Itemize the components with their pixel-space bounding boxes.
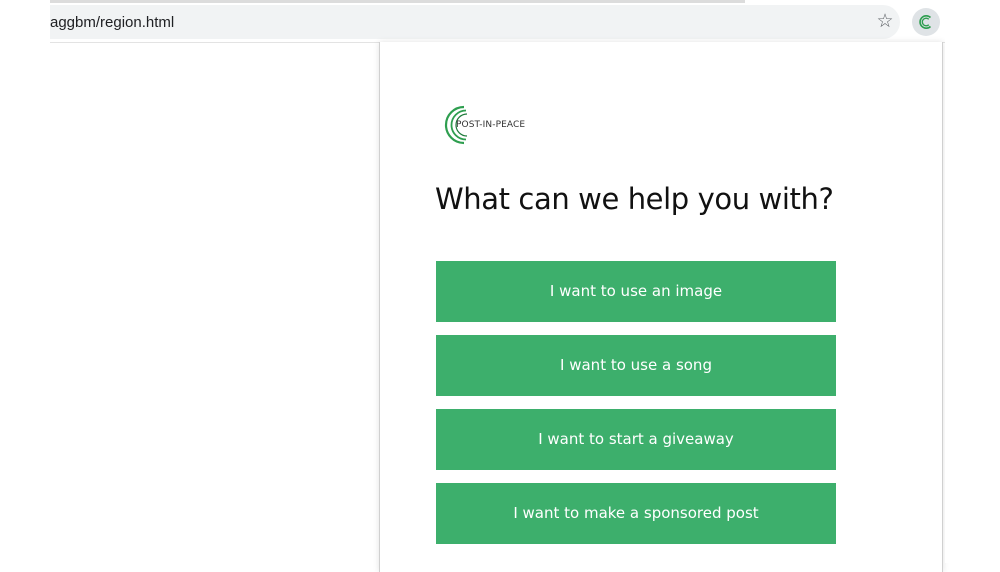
page-title: What can we help you with?	[435, 182, 834, 216]
logo-wordmark: POST-IN-PEACE	[456, 120, 526, 130]
post-in-peace-extension-icon	[919, 15, 932, 29]
use-image-button[interactable]: I want to use an image	[436, 261, 836, 322]
start-giveaway-button[interactable]: I want to start a giveaway	[436, 409, 836, 470]
use-song-button[interactable]: I want to use a song	[436, 335, 836, 396]
tab-strip-edge	[50, 0, 745, 3]
sponsored-post-button[interactable]: I want to make a sponsored post	[436, 483, 836, 544]
bookmark-star-icon[interactable]: ☆	[872, 9, 898, 35]
browser-toolbar: aggbm/region.html ☆	[50, 0, 945, 43]
address-bar[interactable]: aggbm/region.html ☆	[50, 5, 900, 39]
left-margin	[0, 0, 50, 563]
extension-popup: POST-IN-PEACE What can we help you with?…	[379, 42, 943, 572]
right-margin	[945, 0, 1000, 563]
option-list: I want to use an image I want to use a s…	[436, 261, 836, 557]
url-text[interactable]: aggbm/region.html	[50, 14, 174, 31]
extension-icon[interactable]	[912, 8, 940, 36]
post-in-peace-logo: POST-IN-PEACE	[440, 100, 560, 150]
